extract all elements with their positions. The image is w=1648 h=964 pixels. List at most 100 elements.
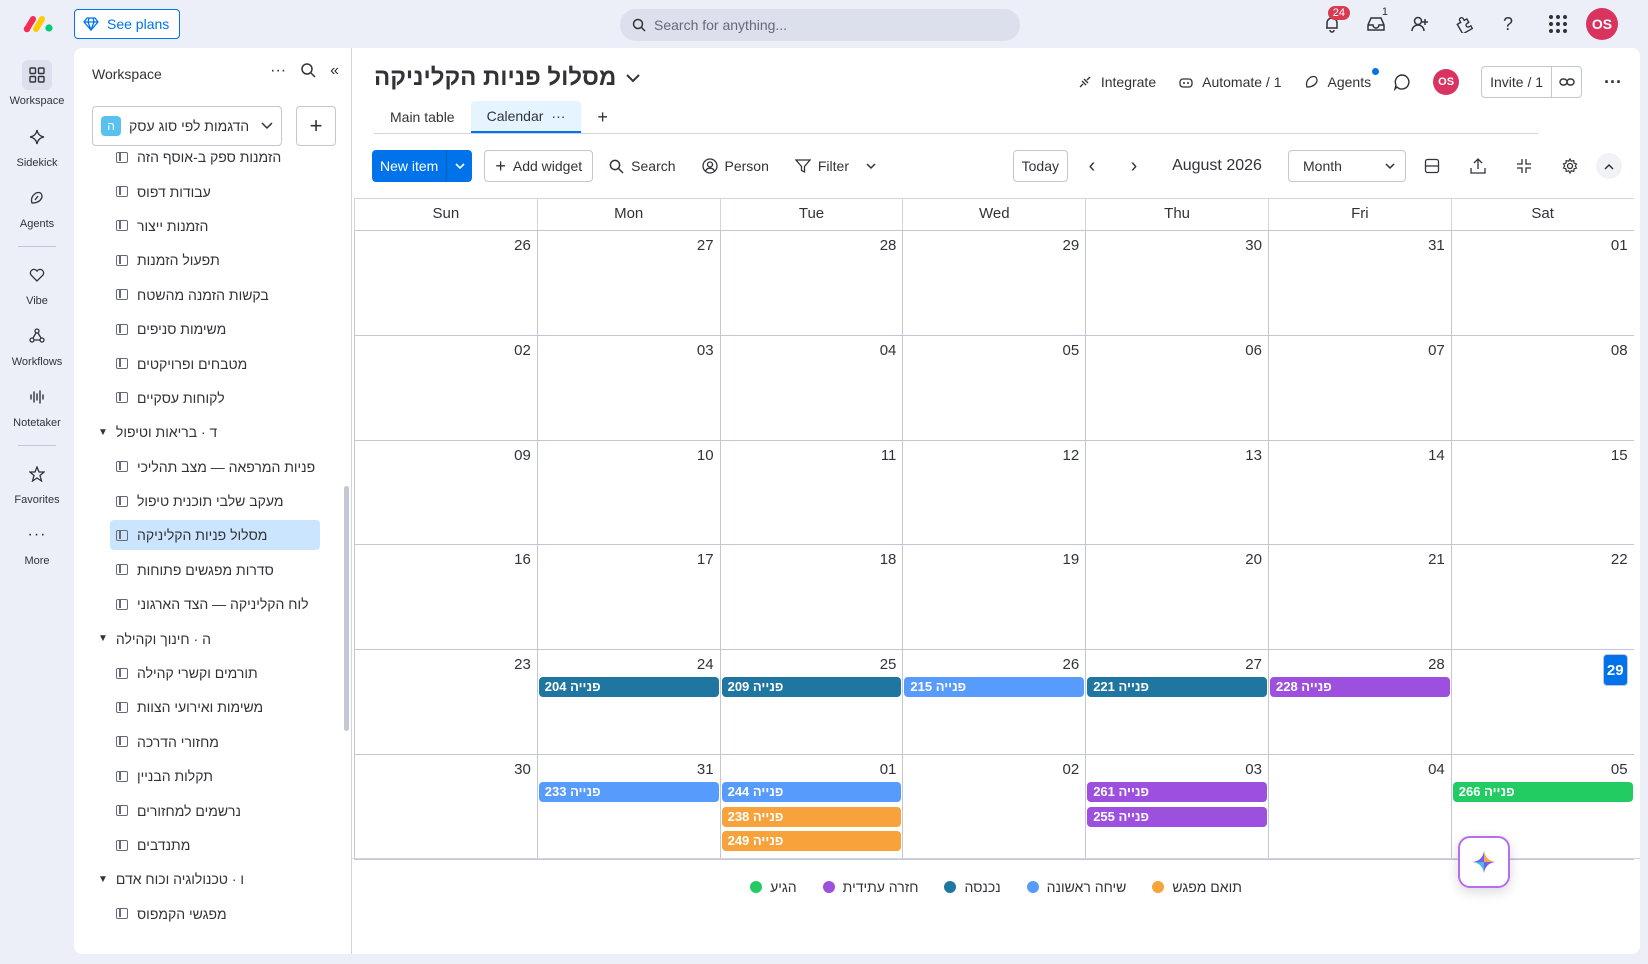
agents-button[interactable]: Agents — [1304, 68, 1380, 90]
day-cell[interactable]: 01 — [1450, 231, 1634, 335]
fullscreen-button[interactable] — [1504, 150, 1544, 182]
folder-item[interactable]: ▼ ה · חינוך וקהילה — [74, 621, 344, 655]
calendar-event[interactable]: פנייה 209 — [721, 677, 902, 698]
person-filter-button[interactable]: Person — [692, 150, 779, 182]
day-cell[interactable]: 20 — [1085, 545, 1268, 650]
day-cell[interactable]: 31 פנייה 233 — [536, 754, 720, 859]
next-month-button[interactable]: › — [1116, 150, 1152, 182]
day-cell[interactable]: 17 — [536, 545, 720, 650]
day-cell[interactable]: 01 פנייה 244 פנייה 238 פנייה 249 — [719, 754, 903, 859]
tab-calendar[interactable]: Calendar ··· — [470, 101, 582, 133]
sidebar-scrollbar[interactable] — [344, 486, 349, 731]
ai-assistant-button[interactable] — [1458, 836, 1510, 888]
invite-button[interactable]: Invite / 1 — [1481, 66, 1583, 98]
rail-item-agents[interactable]: Agents — [0, 183, 74, 230]
day-cell[interactable]: 30 — [1085, 231, 1268, 335]
day-cell[interactable]: 09 — [354, 440, 537, 545]
board-item[interactable]: תקלות הבניין — [74, 759, 344, 793]
day-cell[interactable]: 10 — [536, 440, 720, 545]
board-item[interactable]: לקוחות עסקיים — [74, 381, 344, 415]
profile-button[interactable]: OS — [1580, 0, 1624, 48]
calendar-event[interactable]: פנייה 261 — [1087, 781, 1267, 802]
updates-button[interactable] — [1393, 73, 1411, 91]
board-item[interactable]: משימות סניפים — [74, 312, 344, 346]
calendar-event[interactable]: פנייה 204 — [538, 677, 719, 698]
board-item[interactable]: משימות ואירועי הצוות — [74, 690, 344, 724]
board-item[interactable]: עבודות דפוס — [74, 174, 344, 208]
board-item[interactable]: הזמנות ייצור — [74, 209, 344, 243]
day-cell[interactable]: 04 — [719, 335, 903, 440]
automate-button[interactable]: Automate / 1 — [1178, 74, 1282, 90]
board-item[interactable]: מתנדבים — [74, 828, 344, 862]
notifications-button[interactable]: 24 — [1310, 0, 1354, 48]
folder-item[interactable]: ▼ ד · בריאות וטיפול — [74, 415, 344, 449]
rail-item-more[interactable]: ··· More — [0, 520, 74, 567]
day-cell[interactable]: 04 — [1267, 754, 1451, 859]
board-more-icon[interactable]: ··· — [1604, 72, 1622, 93]
rail-item-vibe[interactable]: Vibe — [0, 260, 74, 307]
day-cell[interactable]: 22 — [1450, 545, 1634, 650]
board-item[interactable]: מעקב שלבי תוכנית טיפול — [74, 484, 344, 518]
day-cell[interactable]: 27 פנייה 221 — [1085, 650, 1268, 754]
day-cell[interactable]: 07 — [1267, 335, 1451, 440]
rail-item-notetaker[interactable]: Notetaker — [0, 382, 74, 429]
board-item[interactable]: סדרות מפגשים פתוחות — [74, 553, 344, 587]
chevron-down-icon[interactable] — [866, 162, 876, 170]
calendar-event[interactable]: פנייה 228 — [1269, 677, 1450, 698]
rail-item-workflows[interactable]: Workflows — [0, 321, 74, 368]
day-cell[interactable]: 08 — [1450, 335, 1634, 440]
day-cell[interactable]: 16 — [354, 545, 537, 650]
see-plans-button[interactable]: See plans — [74, 9, 181, 39]
search-icon[interactable] — [300, 62, 316, 78]
search-button[interactable]: Search — [599, 150, 685, 182]
tab-main-table[interactable]: Main table — [374, 101, 471, 133]
day-cell[interactable]: 24 פנייה 204 — [536, 650, 720, 754]
day-cell[interactable]: 27 — [536, 231, 720, 335]
calendar-event[interactable]: פנייה 221 — [1087, 677, 1267, 698]
global-search-input[interactable]: Search for anything... — [620, 9, 1020, 41]
calendar-event[interactable]: פנייה 215 — [904, 677, 1085, 698]
day-cell[interactable]: 30 — [354, 754, 537, 859]
inbox-button[interactable]: 1 — [1354, 0, 1398, 48]
rail-item-workspace[interactable]: Workspace — [0, 60, 74, 107]
board-item[interactable]: מחזורי הדרכה — [74, 725, 344, 759]
day-cell[interactable]: 29 — [902, 231, 1085, 335]
collapse-sidebar-icon[interactable]: « — [330, 62, 339, 80]
filter-button[interactable]: Filter — [785, 150, 886, 182]
board-item[interactable]: פניות המרפאה — מצב תהליכי — [74, 450, 344, 484]
calendar-event[interactable]: פנייה 244 — [721, 781, 902, 802]
day-cell[interactable]: 11 — [719, 440, 903, 545]
board-item[interactable]: הזמנות ספק ב-אוסף הזה — [74, 140, 344, 174]
export-button[interactable] — [1458, 150, 1498, 182]
day-cell[interactable]: 21 — [1267, 545, 1451, 650]
day-cell[interactable]: 29 — [1450, 650, 1634, 754]
day-cell[interactable]: 05 — [902, 335, 1085, 440]
calendar-event[interactable]: פנייה 255 — [1087, 806, 1267, 827]
day-cell[interactable]: 26 פנייה 215 — [902, 650, 1085, 754]
calendar-event[interactable]: פנייה 238 — [721, 806, 902, 827]
caret-down-icon[interactable]: ▼ — [98, 874, 108, 885]
caret-down-icon[interactable]: ▼ — [98, 427, 108, 438]
board-item[interactable]: מפגשי הקמפוס — [74, 897, 344, 931]
board-item[interactable]: לוח הקליניקה — הצד הארגוני — [74, 587, 344, 621]
folder-item[interactable]: ▼ ו · טכנולוגיה וכוח אדם — [74, 862, 344, 896]
settings-button[interactable] — [1550, 150, 1590, 182]
add-widget-button[interactable]: + Add widget — [484, 150, 594, 182]
day-cell[interactable]: 02 — [354, 335, 537, 440]
board-item[interactable]: תפעול הזמנות — [74, 243, 344, 277]
calendar-event[interactable]: פנייה 266 — [1452, 781, 1633, 802]
add-view-button[interactable]: + — [581, 101, 624, 133]
board-item[interactable]: תורמים וקשרי קהילה — [74, 656, 344, 690]
board-item[interactable]: מטבחים ופרויקטים — [74, 346, 344, 380]
tab-more-icon[interactable]: ··· — [551, 108, 565, 124]
day-cell[interactable]: 06 — [1085, 335, 1268, 440]
day-cell[interactable]: 03 — [536, 335, 720, 440]
calendar-event[interactable]: פנייה 233 — [538, 781, 719, 802]
layout-button[interactable] — [1412, 150, 1452, 182]
today-button[interactable]: Today — [1012, 150, 1068, 182]
monday-logo[interactable] — [22, 14, 54, 34]
board-owner-avatar[interactable]: OS — [1433, 69, 1460, 95]
board-item[interactable]: בקשות הזמנה מהשטח — [74, 278, 344, 312]
apps-marketplace-button[interactable] — [1442, 0, 1486, 48]
board-title-row[interactable]: מסלול פניות הקליניקה — [374, 64, 641, 92]
